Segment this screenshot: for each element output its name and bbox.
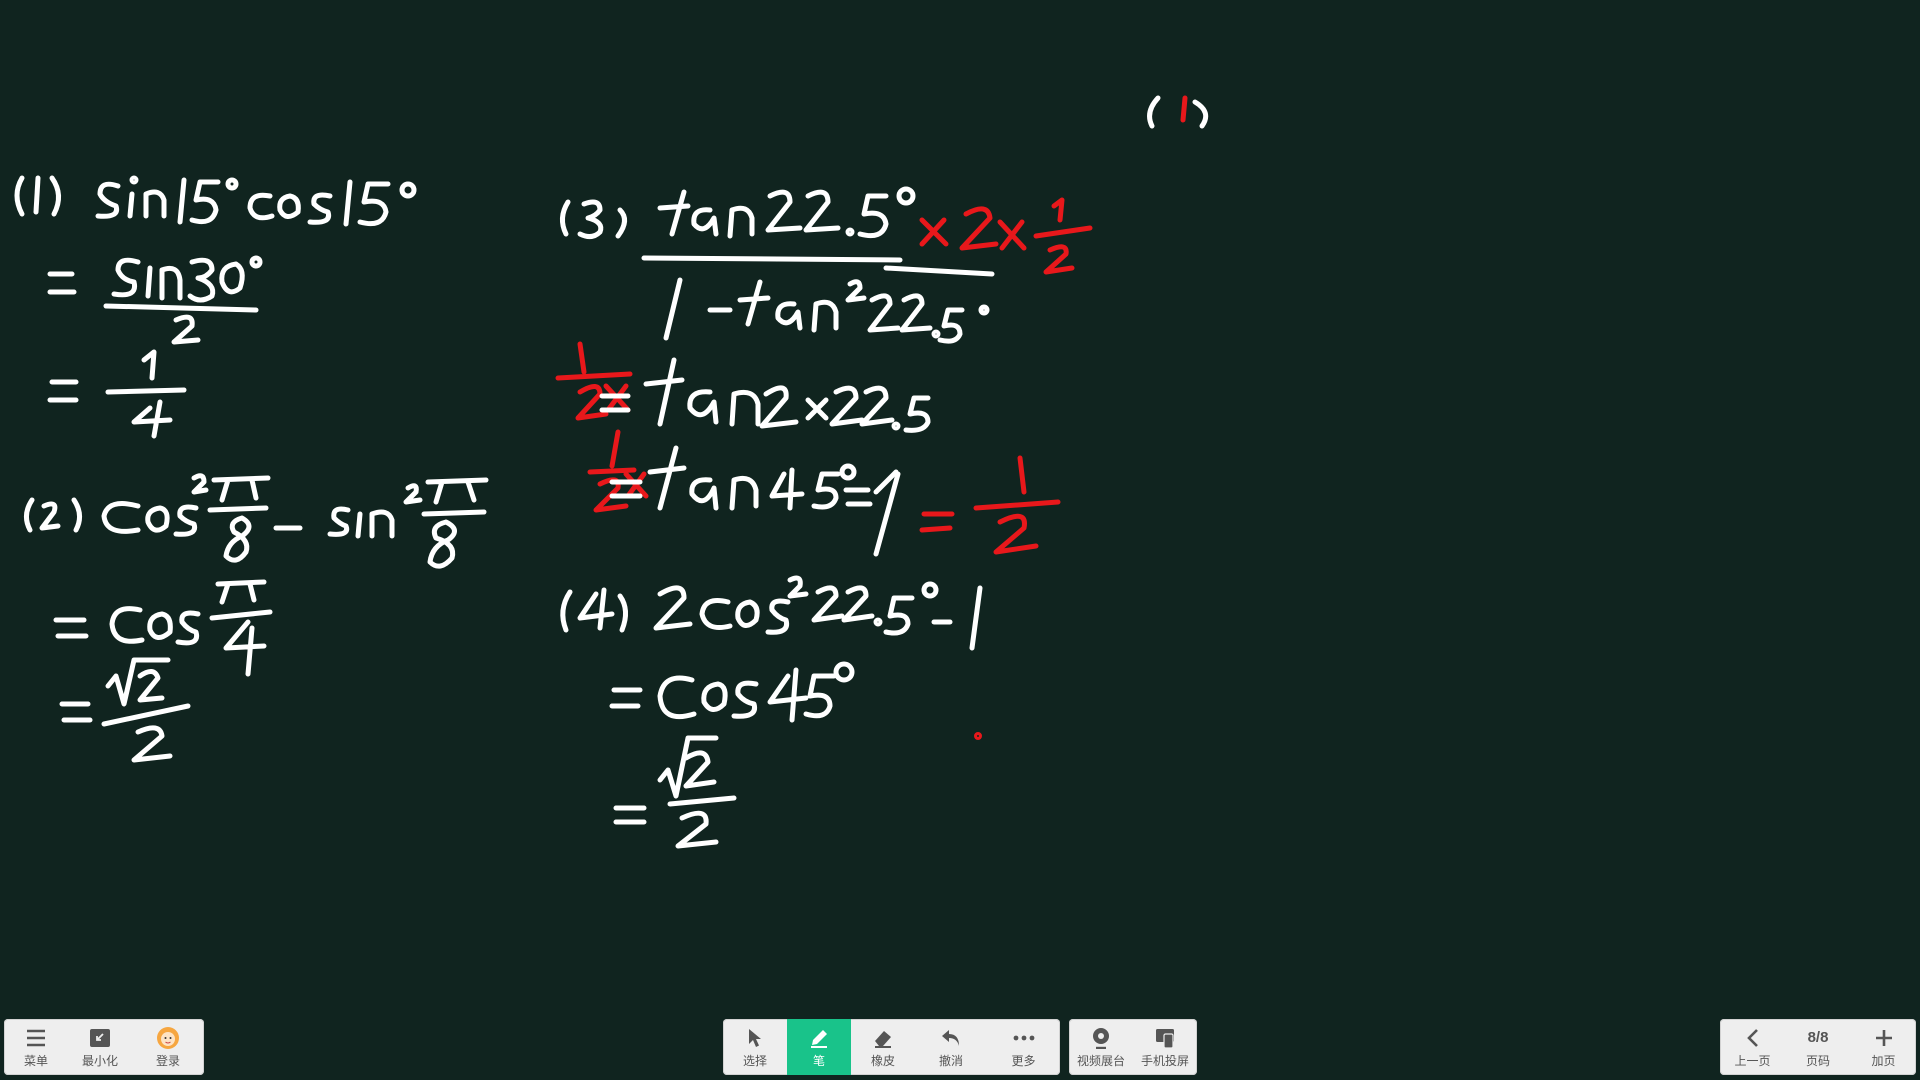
video-booth-label: 视频展台 [1076,1054,1125,1068]
ink-problem-3 [555,186,1093,557]
undo-label: 撤消 [938,1054,963,1068]
page-indicator-label: 页码 [1805,1054,1830,1068]
menu-button[interactable]: 菜单 [4,1019,68,1075]
login-button[interactable]: 登录 [132,1019,204,1075]
add-page-label: 加页 [1871,1054,1896,1068]
page-indicator-button[interactable]: 8/8 页码 [1785,1019,1851,1075]
more-button[interactable]: 更多 [987,1019,1060,1075]
tools-toolbar: 选择 笔 橡皮 撤消 更多 [723,1019,1060,1075]
pen-icon [807,1026,831,1050]
cursor-arrow-icon [743,1026,767,1050]
media-toolbar: 视频展台 手机投屏 [1069,1019,1197,1075]
more-dots-icon [1012,1026,1036,1050]
add-page-button[interactable]: 加页 [1851,1019,1916,1075]
phone-cast-icon [1153,1026,1177,1050]
left-toolbar: 菜单 最小化 登录 [4,1019,204,1075]
select-tool-button[interactable]: 选择 [723,1019,787,1075]
ink-problem-1 [14,175,417,439]
video-booth-button[interactable]: 视频展台 [1069,1019,1133,1075]
login-button-label: 登录 [155,1054,180,1068]
ink-top-right-mark [1147,95,1209,129]
page-nav-toolbar: 上一页 8/8 页码 加页 [1720,1019,1916,1075]
ink-problem-2 [24,473,489,763]
phone-cast-label: 手机投屏 [1140,1054,1189,1068]
phone-cast-button[interactable]: 手机投屏 [1133,1019,1197,1075]
hamburger-menu-icon [24,1026,48,1050]
undo-button[interactable]: 撤消 [915,1019,987,1075]
minimize-window-icon [88,1026,112,1050]
select-tool-label: 选择 [742,1054,767,1068]
minimize-button[interactable]: 最小化 [68,1019,132,1075]
user-avatar-icon [156,1026,180,1050]
eraser-tool-button[interactable]: 橡皮 [851,1019,915,1075]
eraser-tool-label: 橡皮 [870,1054,895,1068]
camera-icon [1089,1026,1113,1050]
whiteboard-canvas[interactable] [0,0,1920,1080]
more-label: 更多 [1011,1054,1036,1068]
plus-icon [1872,1026,1896,1050]
prev-page-label: 上一页 [1734,1054,1771,1068]
page-indicator: 8/8 [1807,1029,1829,1046]
prev-page-button[interactable]: 上一页 [1720,1019,1785,1075]
menu-button-label: 菜单 [23,1054,48,1068]
undo-arrow-icon [939,1026,963,1050]
pen-tool-button[interactable]: 笔 [787,1019,851,1075]
eraser-icon [871,1026,895,1050]
pen-tool-label: 笔 [812,1054,825,1068]
chevron-left-icon [1741,1026,1765,1050]
ink-problem-4 [560,575,983,849]
minimize-button-label: 最小化 [81,1054,118,1068]
